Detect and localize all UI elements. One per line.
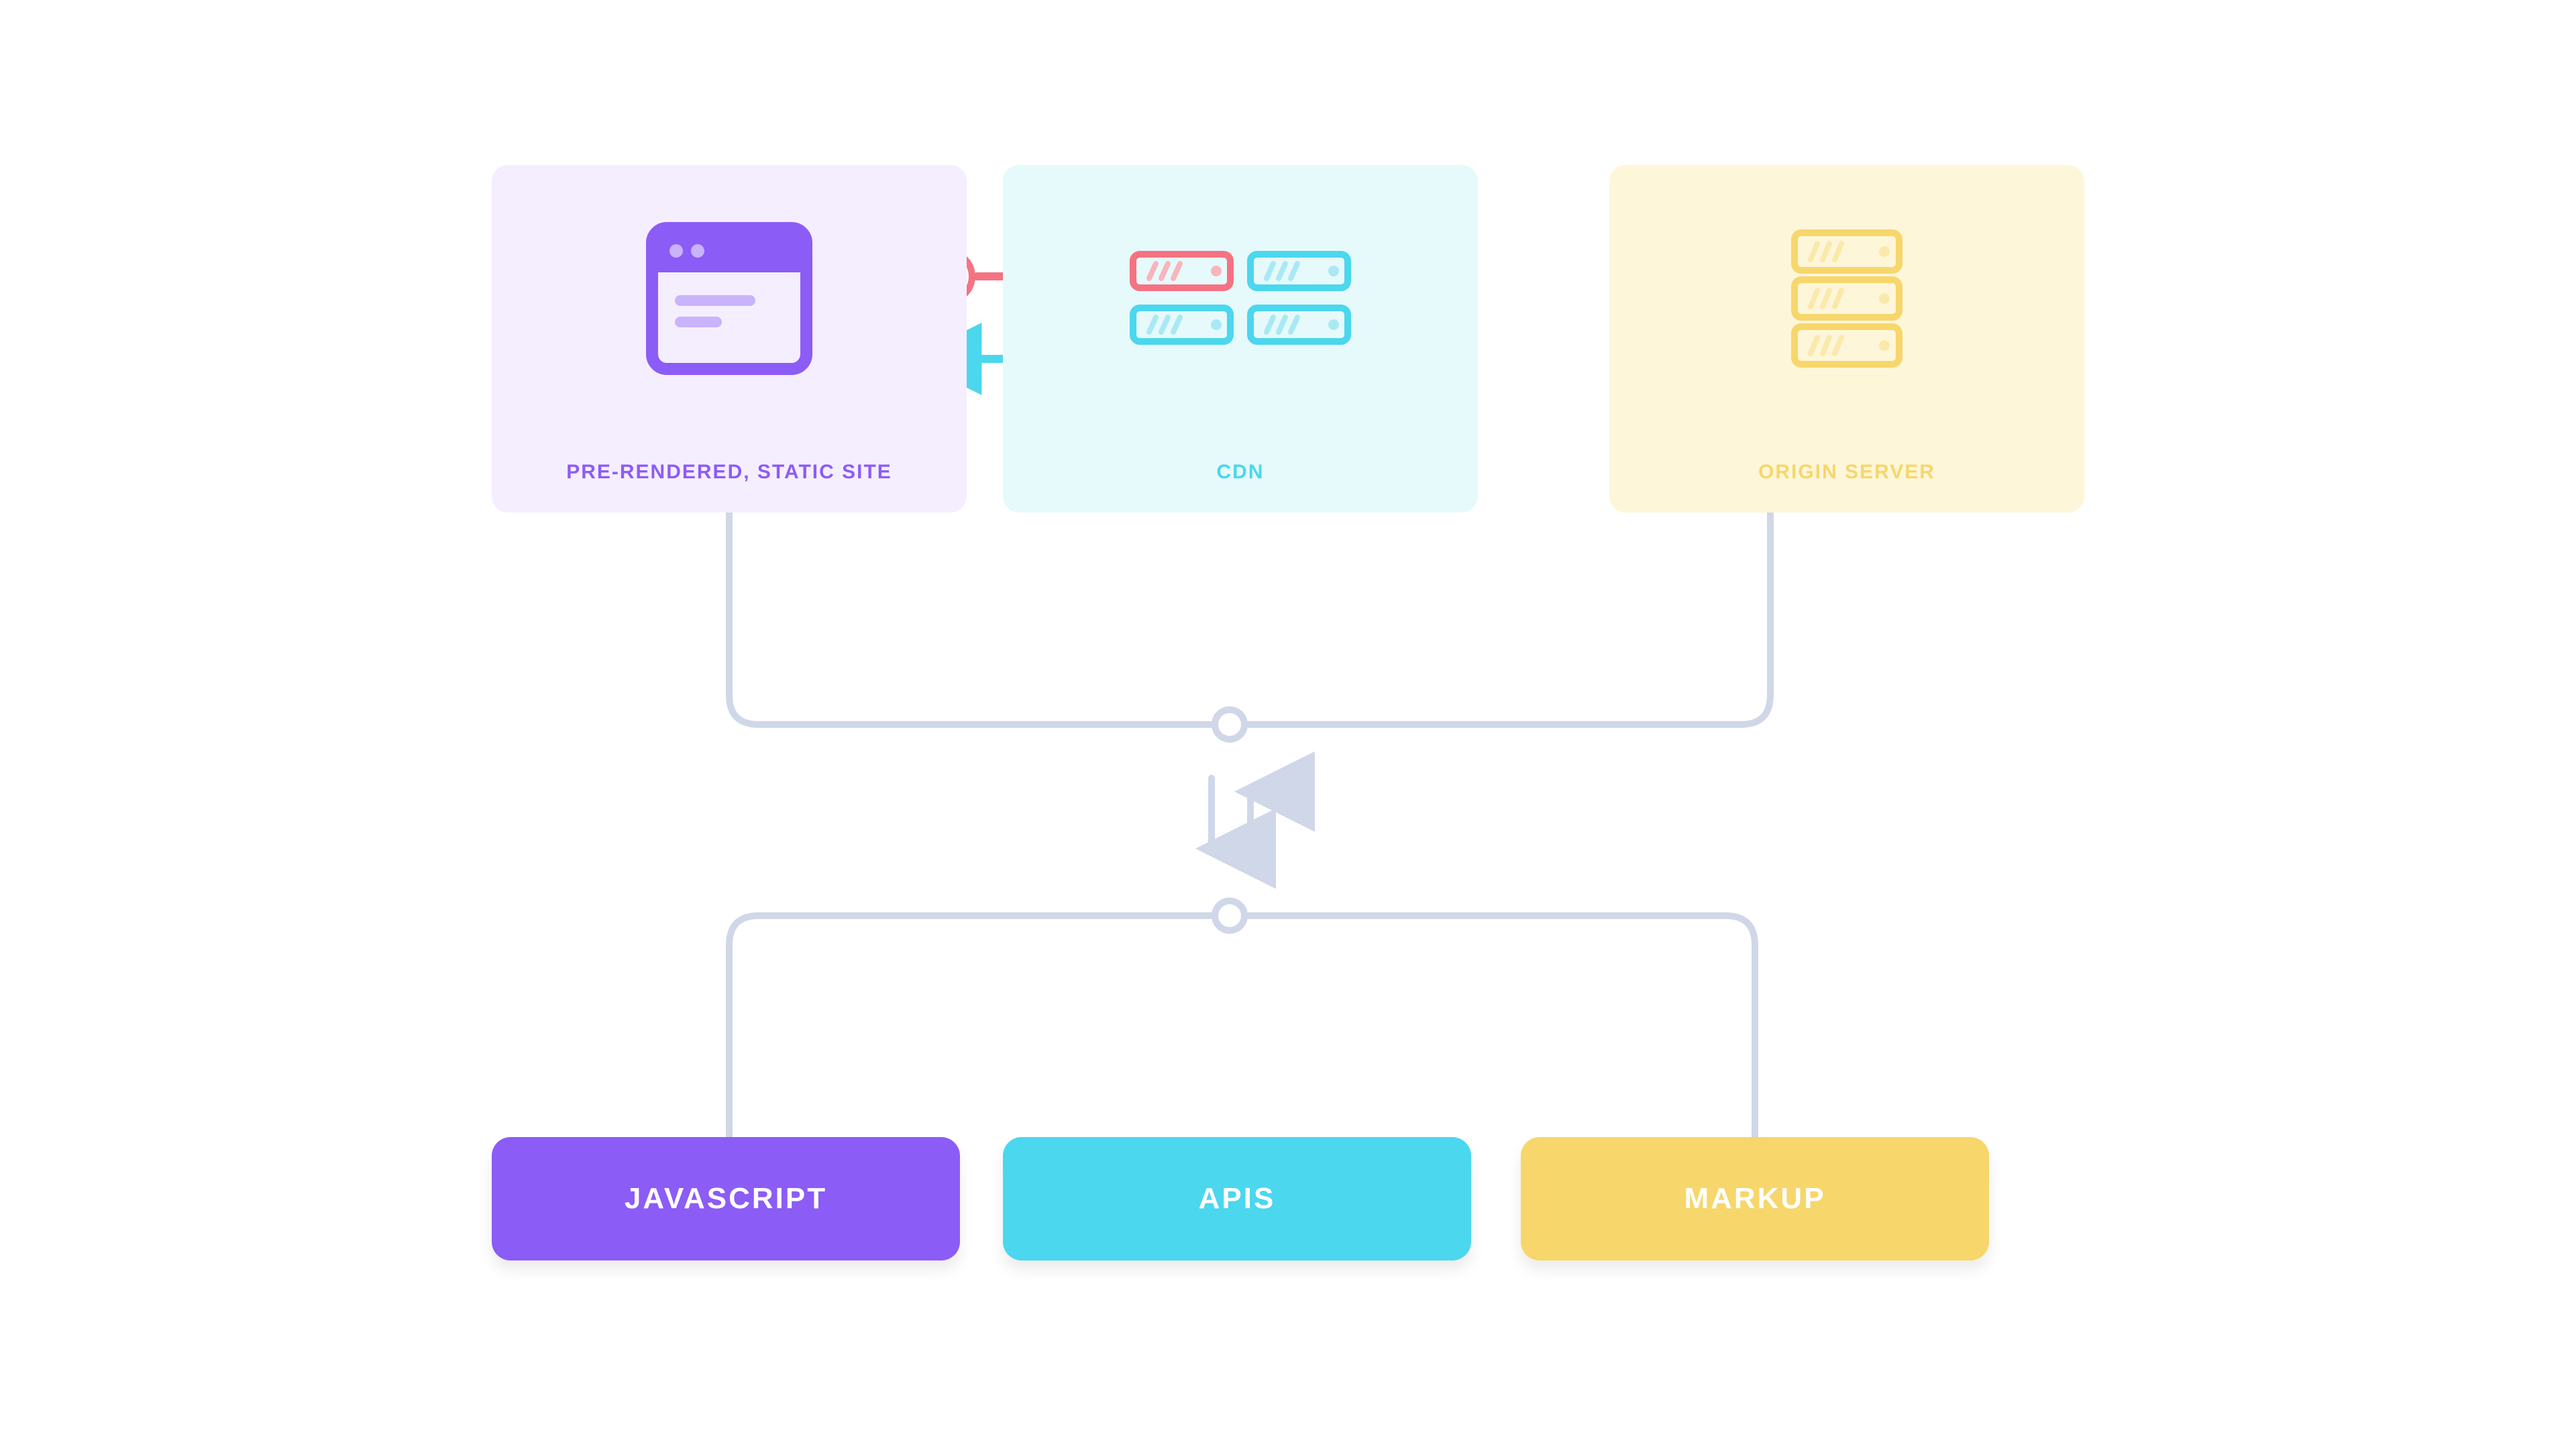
bottom-junction-node — [1215, 901, 1244, 930]
node-static-site: PRE-RENDERED, STATIC SITE — [492, 165, 967, 513]
node-cdn: CDN — [1003, 165, 1478, 513]
origin-server-icon — [1786, 225, 1907, 372]
browser-window-icon — [645, 221, 813, 376]
cdn-servers-icon — [1126, 238, 1354, 359]
node-origin-label: ORIGIN SERVER — [1758, 432, 1935, 513]
node-javascript: JAVASCRIPT — [492, 1137, 960, 1260]
bottom-bracket — [729, 916, 1755, 1137]
node-static-site-label: PRE-RENDERED, STATIC SITE — [566, 432, 892, 513]
node-markup: MARKUP — [1521, 1137, 1989, 1260]
node-cdn-label: CDN — [1217, 432, 1265, 513]
node-apis: APIs — [1003, 1137, 1471, 1260]
top-junction-node — [1215, 710, 1244, 739]
node-origin-server: ORIGIN SERVER — [1609, 165, 2084, 513]
jamstack-architecture-diagram: PRE-RENDERED, STATIC SITE — [0, 0, 2576, 1449]
top-bracket — [729, 513, 1770, 724]
bidirectional-link — [1212, 778, 1250, 862]
